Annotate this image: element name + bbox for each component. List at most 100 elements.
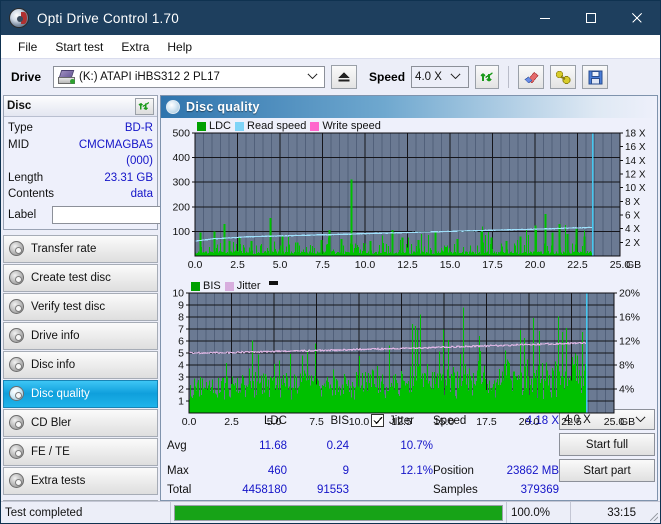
- disc-icon: [9, 241, 24, 256]
- disc-row-mid: MID CMCMAGBA5 (000): [8, 137, 153, 170]
- svg-text:10.0: 10.0: [349, 416, 370, 428]
- stats-max-ldc: 460: [211, 465, 287, 477]
- progress-percent: 100.0%: [506, 502, 570, 523]
- svg-text:GB: GB: [626, 259, 641, 271]
- close-button[interactable]: [614, 1, 660, 35]
- stats-avg-jitter: 10.7%: [371, 440, 433, 452]
- disc-length-key: Length: [8, 170, 70, 187]
- sidebar-item-verify-test-disc[interactable]: Verify test disc: [3, 293, 158, 321]
- svg-text:17.5: 17.5: [482, 259, 503, 271]
- save-button[interactable]: [582, 65, 608, 89]
- disc-type-value: BD-R: [125, 120, 153, 137]
- disc-label-row: Label: [8, 206, 153, 225]
- sidebar-item-label: Disc info: [31, 359, 75, 371]
- sidebar-item-disc-info[interactable]: Disc info: [3, 351, 158, 379]
- legend-jitter: Jitter: [225, 280, 261, 292]
- sidebar-item-cd-bler[interactable]: CD Bler: [3, 409, 158, 437]
- disc-mid-value: CMCMAGBA5 (000): [70, 137, 153, 170]
- svg-text:300: 300: [172, 177, 190, 189]
- disc-refresh-button[interactable]: [135, 98, 154, 115]
- bis-chart: BIS Jitter 123456789104%8%12%16%20%0.02.…: [163, 279, 655, 436]
- bis-chart-canvas: 123456789104%8%12%16%20%0.02.55.07.510.0…: [163, 279, 658, 431]
- left-sidebar: Disc Type BD-R MID: [3, 95, 158, 501]
- eject-button[interactable]: [331, 65, 357, 89]
- stats-row-max-label: Max: [167, 465, 211, 477]
- svg-text:12.5: 12.5: [391, 416, 412, 428]
- menu-file[interactable]: File: [9, 38, 46, 56]
- page-title: Disc quality: [186, 100, 260, 114]
- sidebar-item-transfer-rate[interactable]: Transfer rate: [3, 235, 158, 263]
- stats-avg-bis: 0.24: [287, 440, 349, 452]
- svg-text:7.5: 7.5: [315, 259, 330, 271]
- app-window: Opti Drive Control 1.70 File Start test …: [0, 0, 661, 524]
- start-full-button[interactable]: Start full: [559, 433, 655, 456]
- svg-text:15.0: 15.0: [440, 259, 461, 271]
- erase-button[interactable]: [518, 65, 544, 89]
- svg-text:15.0: 15.0: [434, 416, 455, 428]
- status-bar: Test completed 100.0% 33:15: [1, 501, 660, 523]
- sidebar-item-label: Extra tests: [31, 475, 85, 487]
- svg-text:5.0: 5.0: [273, 259, 288, 271]
- disc-icon: [9, 357, 24, 372]
- minimize-button[interactable]: [522, 1, 568, 35]
- disc-icon: [9, 299, 24, 314]
- resize-grip[interactable]: [648, 502, 660, 523]
- stats-avg-ldc: 11.68: [211, 440, 287, 452]
- optical-drive-icon: [58, 70, 75, 84]
- ldc-chart-legend: LDC Read speed Write speed: [197, 120, 381, 132]
- svg-text:4: 4: [178, 360, 184, 372]
- sidebar-item-label: Verify test disc: [31, 301, 105, 313]
- status-message: Test completed: [1, 502, 171, 523]
- svg-text:5.0: 5.0: [267, 416, 282, 428]
- sidebar-item-create-test-disc[interactable]: Create test disc: [3, 264, 158, 292]
- legend-swatch-icon: [191, 282, 200, 291]
- svg-text:400: 400: [172, 152, 190, 164]
- svg-text:22.5: 22.5: [561, 416, 582, 428]
- svg-text:6: 6: [178, 336, 184, 348]
- disc-contents-value: data: [131, 186, 153, 203]
- drive-select[interactable]: (K:) ATAPI iHBS312 2 PL17: [53, 66, 325, 88]
- speed-select[interactable]: 4.0 X: [411, 66, 469, 88]
- svg-text:2: 2: [178, 384, 184, 396]
- menu-start-test[interactable]: Start test: [46, 38, 112, 56]
- disc-row-length: Length 23.31 GB: [8, 170, 153, 187]
- disc-type-key: Type: [8, 120, 70, 137]
- stats-samples-key: Samples: [433, 484, 491, 496]
- stats-position-key: Position: [433, 465, 491, 477]
- tools-button[interactable]: [550, 65, 576, 89]
- svg-text:20.0: 20.0: [519, 416, 540, 428]
- stats-total-bis: 91553: [287, 484, 349, 496]
- svg-text:10 X: 10 X: [625, 183, 646, 194]
- legend-swatch-icon: [310, 122, 319, 131]
- progress-fill: [175, 506, 502, 520]
- bis-chart-legend: BIS Jitter: [191, 280, 278, 292]
- chevron-down-icon: [450, 71, 461, 83]
- progress-bar: [174, 505, 503, 521]
- legend-marker-icon: [269, 281, 278, 285]
- svg-text:16%: 16%: [619, 312, 640, 324]
- sidebar-item-fe-te[interactable]: FE / TE: [3, 438, 158, 466]
- disc-icon: [9, 473, 24, 488]
- sidebar-item-label: Transfer rate: [31, 243, 96, 255]
- sidebar-item-disc-quality[interactable]: Disc quality: [3, 380, 158, 408]
- disc-icon: [9, 444, 24, 459]
- sidebar-item-extra-tests[interactable]: Extra tests: [3, 467, 158, 495]
- sidebar-item-label: Create test disc: [31, 272, 111, 284]
- disc-icon: [9, 270, 24, 285]
- menu-help[interactable]: Help: [158, 38, 201, 56]
- svg-text:3: 3: [178, 372, 184, 384]
- menu-extra[interactable]: Extra: [112, 38, 158, 56]
- disc-contents-key: Contents: [8, 186, 70, 203]
- sidebar-item-drive-info[interactable]: Drive info: [3, 322, 158, 350]
- legend-swatch-icon: [197, 122, 206, 131]
- start-part-button[interactable]: Start part: [559, 459, 655, 482]
- refresh-button[interactable]: [475, 65, 499, 89]
- maximize-button[interactable]: [568, 1, 614, 35]
- sidebar-item-label: FE / TE: [31, 446, 70, 458]
- svg-text:20.0: 20.0: [525, 259, 546, 271]
- disc-mid-key: MID: [8, 137, 70, 170]
- elapsed-time: 33:15: [570, 502, 648, 523]
- disc-quality-header: Disc quality: [161, 96, 657, 118]
- speed-select-value: 4.0 X: [415, 71, 442, 83]
- svg-text:2 X: 2 X: [625, 238, 640, 249]
